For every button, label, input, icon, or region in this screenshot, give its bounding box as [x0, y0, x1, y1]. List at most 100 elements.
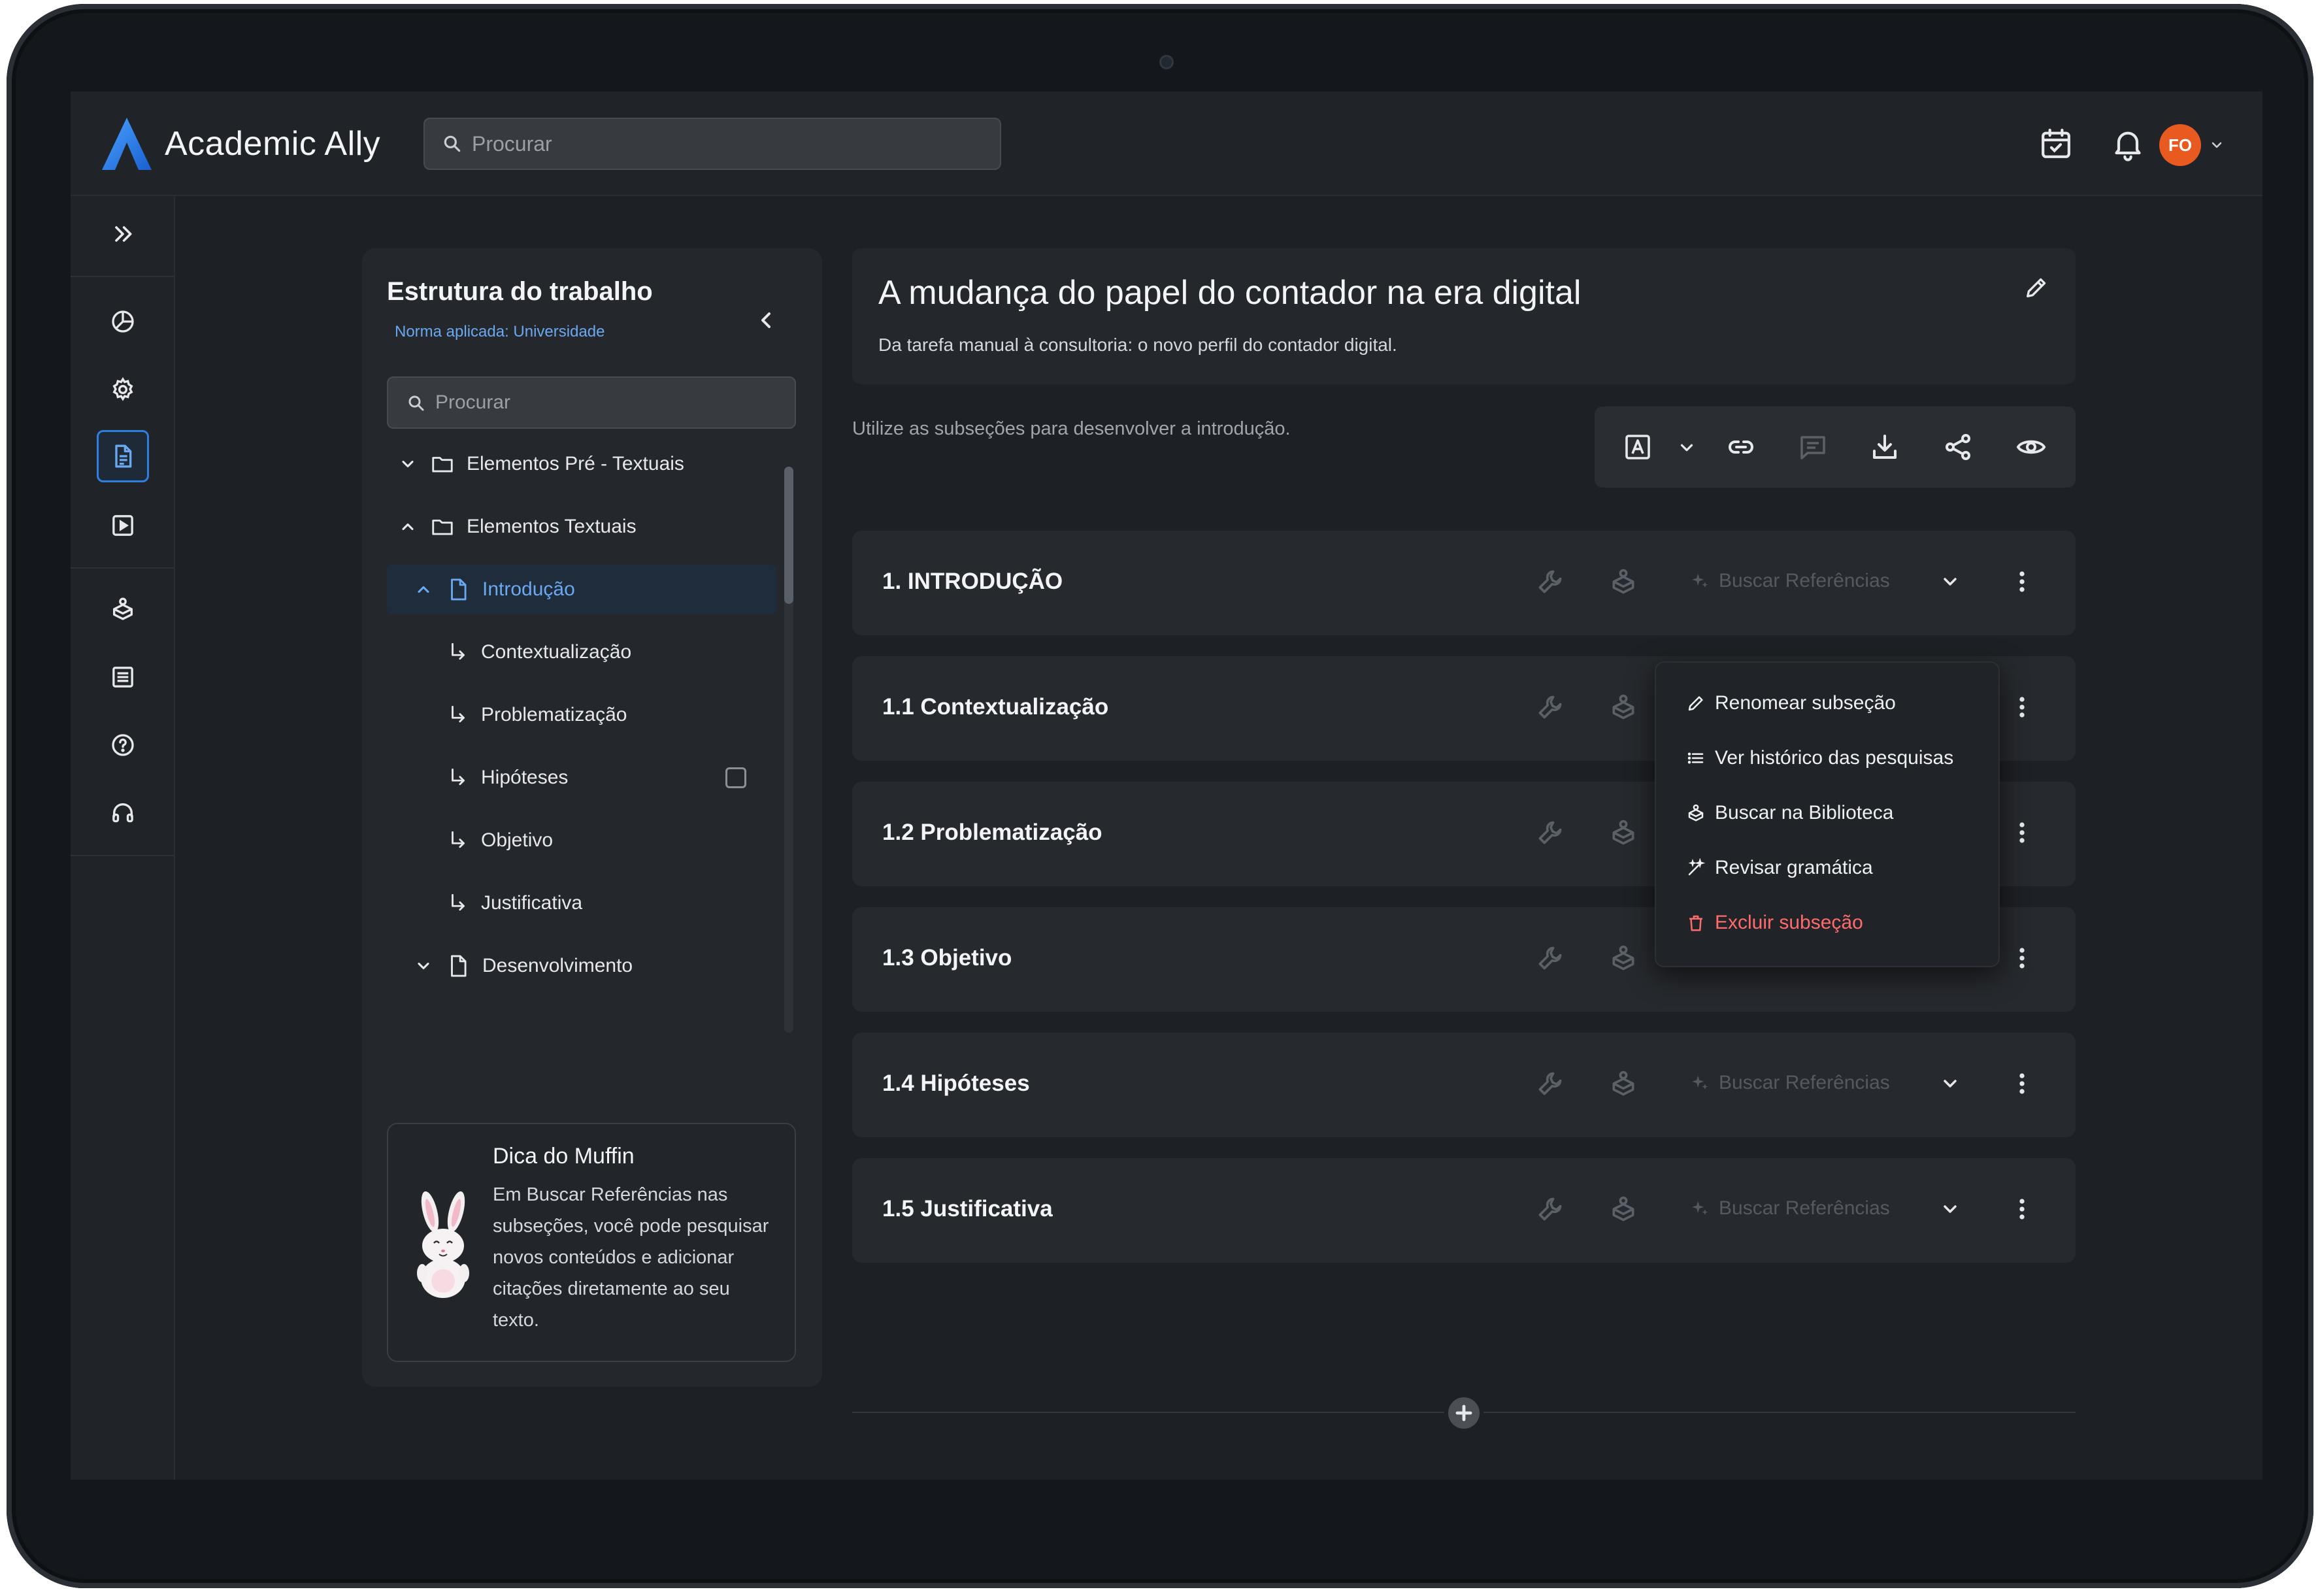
tree-item-label: Objetivo [481, 829, 554, 851]
rail-settings[interactable] [97, 363, 149, 416]
rail-presentations[interactable] [97, 499, 149, 552]
more-vertical-icon[interactable] [2008, 944, 2036, 973]
sparkle-icon [1691, 1201, 1708, 1215]
tree-item-hipoteses[interactable]: Hipóteses [447, 753, 767, 803]
top-bar: Academic Ally FO [71, 91, 2262, 196]
subdirectory-arrow-icon [452, 831, 465, 848]
more-vertical-icon[interactable] [2008, 693, 2036, 722]
more-vertical-icon[interactable] [2008, 567, 2036, 596]
library-icon[interactable] [1609, 693, 1638, 722]
wrench-icon[interactable] [1536, 693, 1565, 722]
norm-label[interactable]: Norma aplicada: Universidade [395, 323, 605, 341]
menu-search-library[interactable]: Buscar na Biblioteca [1686, 795, 1894, 831]
section-title: 1.2 Problematização [882, 820, 1102, 845]
menu-rename-subsection[interactable]: Renomear subseção [1686, 685, 1896, 722]
document-icon [115, 444, 132, 468]
user-avatar[interactable]: FO [2159, 124, 2201, 166]
tree-item-textual[interactable]: Elementos Textuais [399, 502, 765, 552]
left-rail [71, 196, 175, 1480]
tree-item-label: Elementos Textuais [467, 516, 637, 537]
tree-item-label: Elementos Pré - Textuais [467, 453, 684, 474]
edit-title-icon[interactable] [2023, 274, 2049, 301]
chevron-down-icon[interactable] [1940, 571, 1961, 592]
double-chevron-right-icon [115, 226, 132, 242]
link-icon[interactable] [1725, 431, 1757, 463]
structure-panel: Estrutura do trabalho Norma aplicada: Un… [362, 248, 822, 1387]
tree-scrollbar[interactable] [784, 467, 793, 1033]
rail-dashboard[interactable] [97, 295, 149, 348]
bell-icon[interactable] [2110, 125, 2146, 162]
section-card[interactable]: 1.4 Hipóteses Buscar Referências [852, 1033, 2076, 1137]
download-icon[interactable] [1869, 431, 1900, 463]
tip-card: Dica do Muffin Em Buscar Referências nas… [387, 1123, 796, 1362]
library-icon[interactable] [1609, 1195, 1638, 1223]
library-icon[interactable] [1609, 944, 1638, 973]
document-icon [451, 578, 467, 601]
text-format-icon[interactable] [1622, 431, 1653, 463]
more-vertical-icon[interactable] [2008, 1069, 2036, 1098]
section-context-menu: Renomear subseção Ver histórico das pesq… [1655, 661, 2000, 967]
subdirectory-arrow-icon [452, 705, 465, 723]
more-vertical-icon[interactable] [2008, 818, 2036, 847]
share-icon[interactable] [1942, 431, 1974, 463]
wrench-icon[interactable] [1536, 944, 1565, 973]
comment-icon [1800, 436, 1825, 459]
rail-list[interactable] [97, 651, 149, 703]
library-icon [1688, 804, 1704, 822]
eye-icon[interactable] [2015, 431, 2047, 463]
tree-item-desenvolvimento[interactable]: Desenvolvimento [414, 941, 767, 991]
app-logo-icon [102, 118, 152, 170]
library-icon[interactable] [1609, 1069, 1638, 1098]
menu-review-grammar[interactable]: Revisar gramática [1686, 850, 1873, 886]
find-references-button[interactable]: Buscar Referências [1689, 1072, 1890, 1094]
folder-icon [432, 457, 453, 473]
folder-icon [432, 520, 453, 535]
rail-library[interactable] [97, 583, 149, 635]
app-title: Academic Ally [165, 125, 381, 163]
search-input[interactable] [472, 129, 982, 158]
library-icon[interactable] [1609, 818, 1638, 847]
tree-item-introducao[interactable]: Introdução [387, 565, 776, 614]
tablet-frame: Academic Ally FO [7, 4, 2313, 1588]
menu-search-history[interactable]: Ver histórico das pesquisas [1686, 740, 1953, 776]
trash-icon [1689, 915, 1702, 931]
wrench-icon[interactable] [1536, 818, 1565, 847]
section-title: 1.3 Objetivo [882, 945, 1012, 971]
tree-item-contextualizacao[interactable]: Contextualização [447, 627, 767, 677]
calendar-icon[interactable] [2038, 125, 2074, 162]
global-search[interactable] [423, 118, 1001, 170]
magic-wand-icon [1688, 858, 1706, 876]
list-icon [112, 667, 133, 688]
find-references-button[interactable]: Buscar Referências [1689, 1197, 1890, 1220]
rail-support[interactable] [97, 787, 149, 839]
chevron-down-icon[interactable] [2209, 137, 2225, 153]
tree-item-justificativa[interactable]: Justificativa [447, 878, 767, 928]
tree-item-pre-textual[interactable]: Elementos Pré - Textuais [399, 439, 765, 489]
library-icon[interactable] [1609, 567, 1638, 596]
find-references-button[interactable]: Buscar Referências [1689, 570, 1890, 592]
expand-rail-button[interactable] [97, 208, 149, 260]
section-card[interactable]: 1.5 Justificativa Buscar Referências [852, 1158, 2076, 1263]
wrench-icon[interactable] [1536, 567, 1565, 596]
more-vertical-icon[interactable] [2008, 1195, 2036, 1223]
tree-item-problematizacao[interactable]: Problematização [447, 690, 767, 740]
rail-documents[interactable] [97, 430, 149, 482]
menu-delete-subsection[interactable]: Excluir subseção [1686, 905, 1863, 941]
section-card[interactable]: 1. INTRODUÇÃO Buscar Referências [852, 531, 2076, 635]
structure-search[interactable] [387, 376, 796, 429]
hipoteses-checkbox[interactable] [725, 767, 746, 788]
wrench-icon[interactable] [1536, 1069, 1565, 1098]
wrench-icon[interactable] [1536, 1195, 1565, 1223]
tree-item-objetivo[interactable]: Objetivo [447, 816, 767, 865]
subdirectory-arrow-icon [452, 893, 465, 911]
plus-icon [1455, 1405, 1472, 1421]
search-icon [408, 395, 424, 411]
subdirectory-arrow-icon [452, 768, 465, 786]
chevron-down-icon[interactable] [1940, 1199, 1961, 1220]
rail-help[interactable] [97, 719, 149, 771]
collapse-panel-icon[interactable] [753, 307, 779, 333]
chevron-down-icon[interactable] [1940, 1073, 1961, 1094]
add-section-button[interactable] [1444, 1393, 1483, 1433]
structure-search-input[interactable] [435, 388, 775, 417]
chevron-down-icon[interactable] [1677, 438, 1697, 457]
